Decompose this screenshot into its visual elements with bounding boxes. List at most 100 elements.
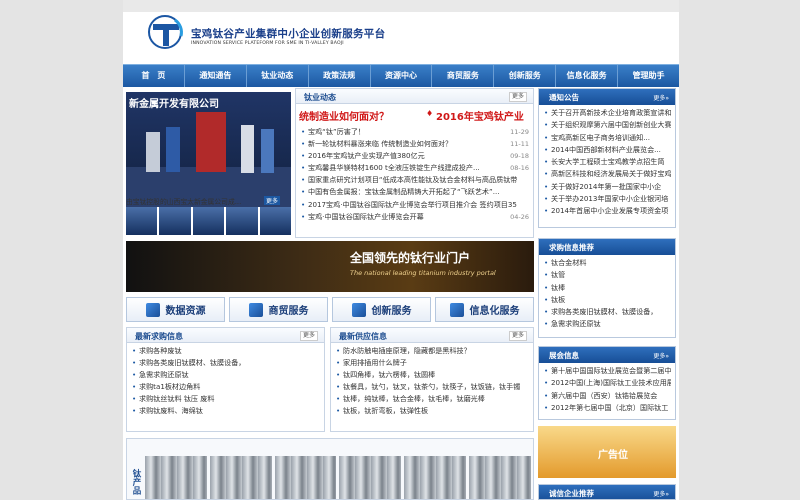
list-item[interactable]: 第十届中国国际钛业展览会暨第二届中 [543,365,671,377]
list-item[interactable]: 家用排插用什么牌子 [335,357,529,369]
fire-icon: ♦ [426,109,434,118]
headline-right: 2016年宝鸡钛产业 [436,112,524,123]
industry-news-list: 宝鸡“钛”厉害了！11-29 新一轮钛材料暴涨来临 传统制造业如何面对？11-1… [296,126,533,225]
list-item[interactable]: 关于组织观摩第六届中国创新创业大赛 [543,119,671,131]
data-resources-button[interactable]: 数据资源 [126,297,225,322]
exhibitions-more-button[interactable]: 更多» [653,351,669,360]
nav-innovation[interactable]: 创新服务 [494,65,557,87]
nav-management[interactable]: 管理助手 [618,65,679,87]
ad-slot[interactable]: 广告位 [538,426,676,478]
list-item[interactable]: 高新区科技和经济发展局关于做好宝鸡 [543,168,671,180]
list-item[interactable]: 2017宝鸡·中国钛谷国际钛产业博览会举行项目推介会 签约项目35 [300,199,529,211]
list-item[interactable]: 2012年第七届中国（北京）国际钛工 [543,402,671,414]
list-item[interactable]: 宝鸡馨县华镁特材1600 t全液压铁锭生产线建成投产...08-16 [300,162,529,175]
nav-informatization[interactable]: 信息化服务 [556,65,619,87]
list-item[interactable]: 钛合金材料 [543,257,671,269]
list-item[interactable]: 中国有色金属报：宝钛金属制品精铸大开拓起了“飞跃艺术”... [300,186,529,198]
products-label: 钛产品 [131,469,141,495]
list-item[interactable]: 关于做好2014年第一批国家中小企 [543,181,671,193]
list-item[interactable]: 关于召开高新技术企业培育政策宣讲和 [543,107,671,119]
thumbnail[interactable] [159,207,191,235]
list-item[interactable]: 求购各类废旧钛膜材、钛膜设备， [131,357,320,369]
nav-home[interactable]: 首 页 [123,65,185,87]
supply-info-title: 最新供应信息 [339,332,387,341]
supply-info-more-button[interactable]: 更多 [508,331,527,341]
list-item[interactable]: 宝鸡“钛”厉害了！11-29 [300,126,529,139]
main-nav: 首 页 通知通告 钛业动态 政策法规 资源中心 商贸服务 创新服务 信息化服务 … [123,64,679,87]
exhibitions-title: 展会信息 [549,351,579,360]
list-item[interactable]: 宝鸡高新区电子商务培训通知... [543,132,671,144]
list-item[interactable]: 2014中国西部新材料产业展览会... [543,144,671,156]
supply-info-panel: 最新供应信息 更多 防水防触电插座原理，隐藏都是黑科技？ 家用排插用什么牌子 钛… [330,327,534,432]
notices-panel: 通知公告 更多» 关于召开高新技术企业培育政策宣讲和 关于组织观摩第六届中国创新… [538,88,676,228]
product-image[interactable] [209,456,272,499]
list-item[interactable]: 求购钛废料、海绵钛 [131,405,320,417]
nav-notices[interactable]: 通知通告 [185,65,247,87]
cart-icon [248,302,263,317]
list-item[interactable]: 2016年宝鸡钛产业实现产值380亿元09-18 [300,150,529,163]
slideshow-thumbnails [126,207,292,235]
list-item[interactable]: 长安大学工程硕士宝鸡教学点招生简 [543,156,671,168]
nav-industry-news[interactable]: 钛业动态 [247,65,309,87]
product-image[interactable] [469,456,531,499]
notices-more-button[interactable]: 更多» [653,93,669,102]
list-item[interactable]: 2012中国(上海)国际钛工业技术应用展 [543,377,671,389]
portal-banner[interactable]: 全国领先的钛行业门户 The national leading titanium… [126,241,534,292]
globe-icon [351,302,366,317]
list-item[interactable]: 急需求购还原钛 [543,318,671,330]
product-image[interactable] [339,456,402,499]
list-item[interactable]: 钛餐具，钛勺，钛叉，钛茶勺，钛筷子，钛饭链，钛手镯 [335,381,529,393]
platform-logo-icon [148,15,183,49]
list-item[interactable]: 钛板，钛折弯板，钛弹性板 [335,405,529,417]
list-item[interactable]: 求购各类废旧钛膜材、钛膜设备， [543,306,671,318]
trade-service-button[interactable]: 商贸服务 [229,297,328,322]
list-item[interactable]: 防水防触电插座原理，隐藏都是黑科技？ [335,345,529,357]
list-item[interactable]: 第六届中国（西安）钛锆铪展览会 [543,390,671,402]
purchase-info-title: 最新求购信息 [135,332,183,341]
slideshow-photo [126,112,291,207]
recommend-company-panel: 诚信企业推荐 更多» [538,484,676,500]
list-item[interactable]: 宝鸡·中国钛谷国际钛产业博览会开幕04-26 [300,210,529,223]
info-service-button[interactable]: 信息化服务 [435,297,534,322]
thumbnail[interactable] [192,207,225,235]
list-item[interactable]: 求购ta1板材边角料 [131,381,320,393]
slideshow-more-button[interactable]: 更多 [264,196,281,205]
thumbnail[interactable] [126,207,158,235]
nav-trade[interactable]: 商贸服务 [432,65,495,87]
industry-news-more-button[interactable]: 更多 [508,92,527,102]
list-item[interactable]: 急需求购还原钛 [131,369,320,381]
product-image[interactable] [274,456,337,499]
recommend-company-more-button[interactable]: 更多» [653,489,669,498]
list-item[interactable]: 新一轮钛材料暴涨来临 传统制造业如何面对？11-11 [300,138,529,151]
product-image[interactable] [145,456,207,499]
computer-icon [449,302,464,317]
product-image[interactable] [404,456,467,499]
page: 宝鸡钛谷产业集群中小企业创新服务平台 INNOVATION SERVICE PL… [123,0,679,500]
nav-resources[interactable]: 资源中心 [371,65,433,87]
purchase-info-more-button[interactable]: 更多 [299,331,318,341]
list-item[interactable]: 求购钛丝钛料 钛压 废料 [131,393,320,405]
headline-left: 统制造业如何面对？ [299,112,389,123]
list-item[interactable]: 求购各种废钛 [131,345,320,357]
nav-policies[interactable]: 政策法规 [309,65,371,87]
list-item[interactable]: 钛棒，纯钛棒，钛合金棒，钛毛棒，钛磨光棒 [335,393,529,405]
purchase-info-panel: 最新求购信息 更多 求购各种废钛 求购各类废旧钛膜材、钛膜设备， 急需求购还原钛… [126,327,325,432]
database-icon [145,302,160,317]
list-item[interactable]: 关于举办2013年国家中小企业银河培 [543,193,671,205]
list-item[interactable]: 钛管 [543,269,671,281]
exhibitions-list: 第十届中国国际钛业展览会暨第二届中 2012中国(上海)国际钛工业技术应用展 第… [539,363,675,416]
thumbnail[interactable] [226,207,258,235]
innovation-service-button[interactable]: 创新服务 [332,297,431,322]
slideshow-caption[interactable]: 由宝钛控股的山西宝太新金属公司成... [126,196,286,206]
news-slideshow[interactable]: 新金属开发有限公司 [126,92,291,207]
notices-title: 通知公告 [549,93,579,102]
thumbnail[interactable] [259,207,292,235]
list-item[interactable]: 钛棒 [543,282,671,294]
industry-news-panel: 钛业动态 更多 统制造业如何面对？ ♦ 2016年宝鸡钛产业 宝鸡“钛”厉害了！… [295,88,534,238]
list-item[interactable]: 国家重点研究计划项目“低成本高性能钛及钛合金材料与高品质钛带 [300,174,529,186]
list-item[interactable]: 2014年首届中小企业发展专项资金项 [543,205,671,217]
list-item[interactable]: 钛板 [543,294,671,306]
top-strip [123,0,679,12]
news-marquee[interactable]: 统制造业如何面对？ ♦ 2016年宝鸡钛产业 [296,104,533,126]
list-item[interactable]: 钛四角棒，钛六楞棒，钛圆棒 [335,369,529,381]
